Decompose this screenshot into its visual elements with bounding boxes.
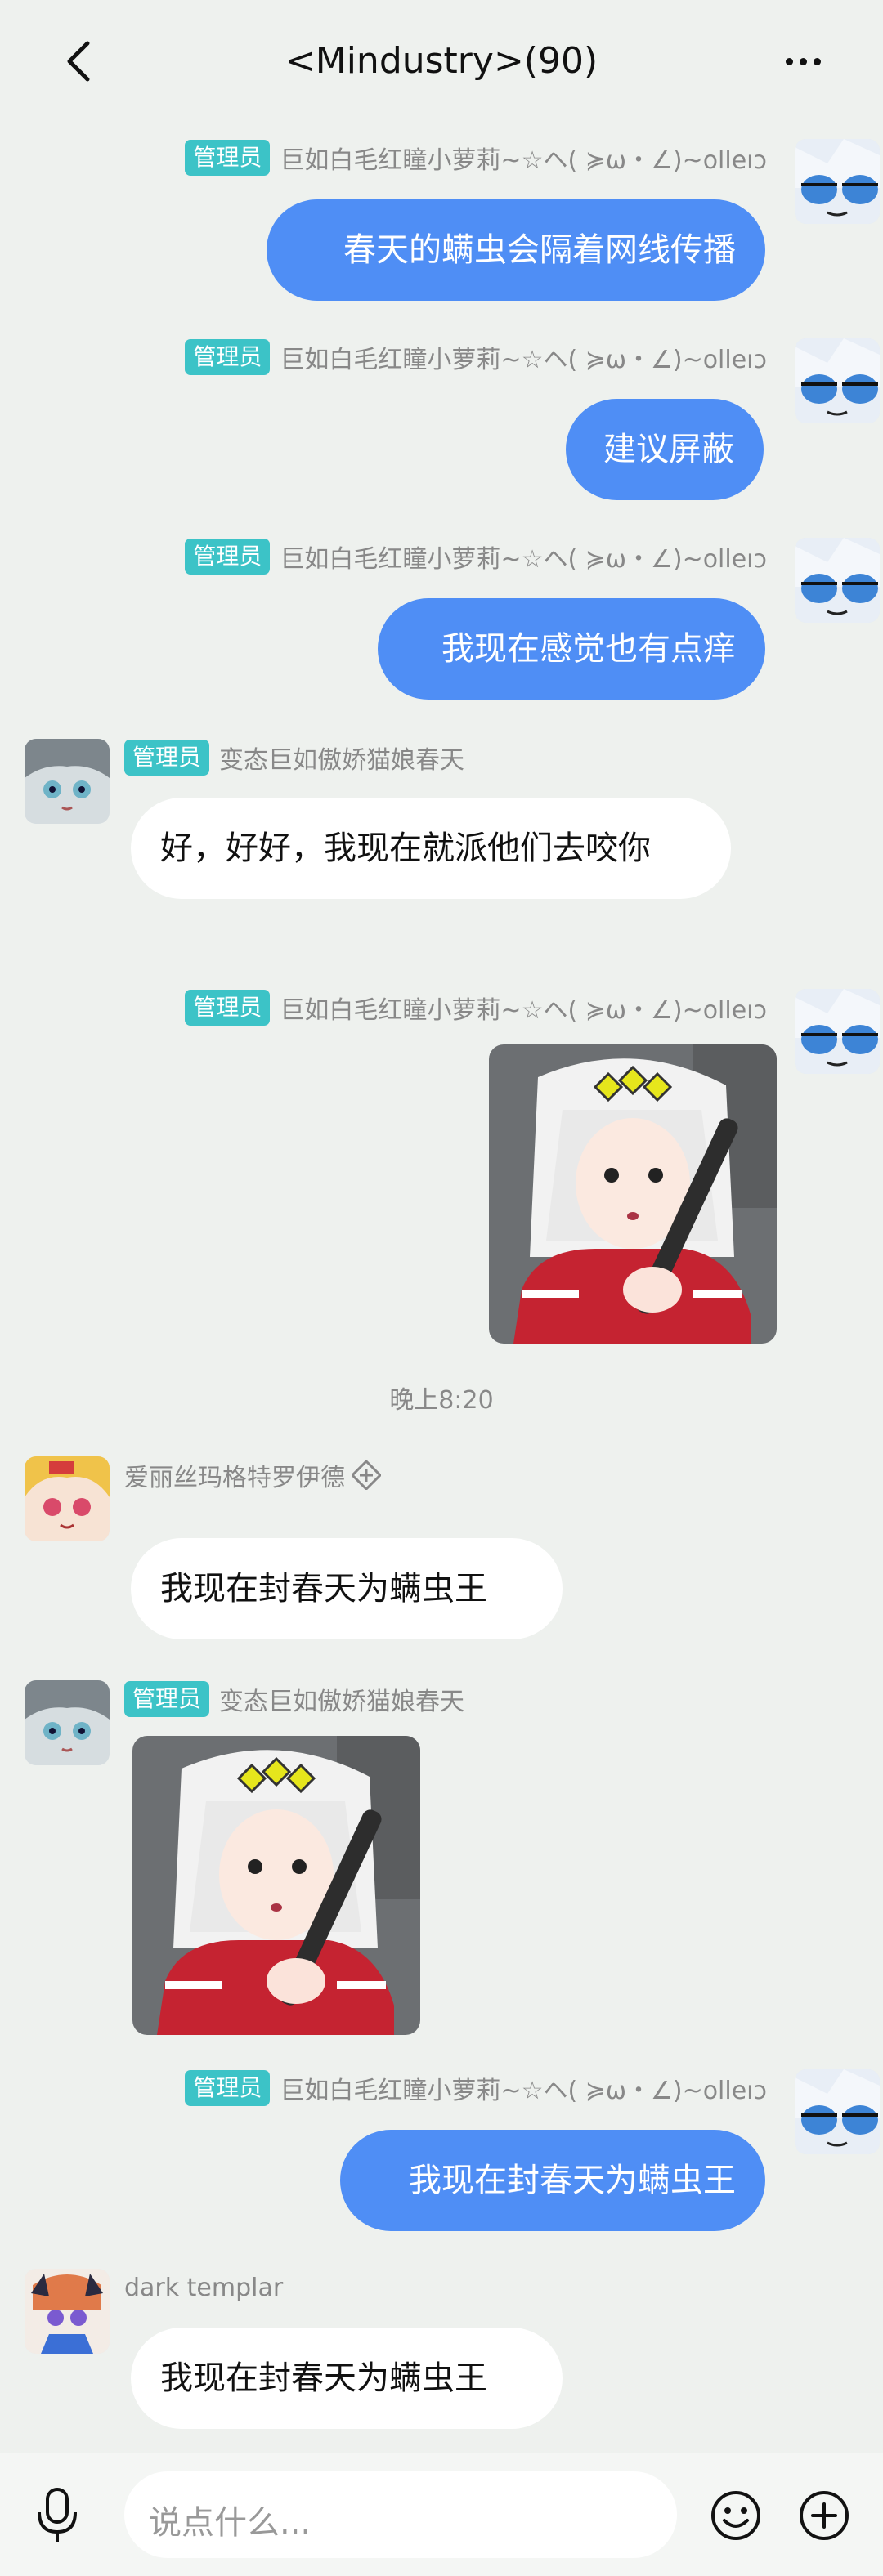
plus-icon[interactable] [796,2488,852,2543]
avatar-white-hair[interactable] [795,989,880,1074]
message-bubble[interactable]: 春天的螨虫会隔着网线传播 [267,199,765,301]
admin-badge: 管理员 [124,740,210,776]
sender-name[interactable]: dark templar [124,2274,283,2302]
admin-badge: 管理员 [185,539,271,575]
message-bubble[interactable]: 建议屏蔽 [566,399,764,500]
avatar-white-hair[interactable] [795,538,880,623]
message-meta: 管理员 巨如白毛红瞳小萝莉~☆ヘ( ≽ω・∠)~olleıɔ [185,2069,767,2107]
message-bubble[interactable]: 我现在封春天为螨虫王 [131,2328,563,2429]
message-bubble[interactable]: 好，好好，我现在就派他们去咬你 [131,798,731,899]
message-meta: 管理员 变态巨如傲娇猫娘春天 [124,739,464,776]
sender-name[interactable]: 巨如白毛红瞳小萝莉~☆ヘ( ≽ω・∠)~olleıɔ [280,339,767,375]
sender-name[interactable]: 巨如白毛红瞳小萝莉~☆ヘ( ≽ω・∠)~olleıɔ [280,140,767,176]
input-placeholder: 说点什么... [149,2504,312,2542]
message-meta: 管理员 变态巨如傲娇猫娘春天 [124,1680,464,1718]
admin-badge: 管理员 [185,2070,271,2106]
avatar-gray-hair[interactable] [25,1680,110,1765]
avatar-white-hair[interactable] [795,338,880,423]
message-bubble[interactable]: 我现在感觉也有点痒 [378,598,765,700]
admin-badge: 管理员 [124,1681,210,1717]
sender-name[interactable]: 变态巨如傲娇猫娘春天 [219,740,464,776]
avatar-dark-templar[interactable] [25,2269,110,2354]
admin-badge: 管理员 [185,990,271,1026]
sender-name[interactable]: 爱丽丝玛格特罗伊德 [124,1457,345,1493]
admin-badge: 管理员 [185,339,271,375]
sticker-image[interactable] [132,1736,420,2035]
time-divider: 晚上8:20 [389,1386,494,1415]
avatar-gray-hair[interactable] [25,739,110,824]
sender-name[interactable]: 巨如白毛红瞳小萝莉~☆ヘ( ≽ω・∠)~olleıɔ [280,990,767,1026]
message-meta: 管理员 巨如白毛红瞳小萝莉~☆ヘ( ≽ω・∠)~olleıɔ [185,139,767,177]
chat-title: <Mindustry>(90) [285,40,598,82]
emoji-icon[interactable] [708,2488,764,2543]
message-meta: 管理员 巨如白毛红瞳小萝莉~☆ヘ( ≽ω・∠)~olleıɔ [185,538,767,575]
message-meta: dark templar [124,2269,283,2306]
message-input[interactable]: 说点什么... [124,2471,677,2558]
message-meta: 管理员 巨如白毛红瞳小萝莉~☆ヘ( ≽ω・∠)~olleıɔ [185,989,767,1026]
avatar-white-hair[interactable] [795,139,880,224]
sender-name[interactable]: 巨如白毛红瞳小萝莉~☆ヘ( ≽ω・∠)~olleıɔ [280,2070,767,2106]
avatar-white-hair[interactable] [795,2069,880,2154]
honor-badge-icon [350,1459,383,1491]
more-options-icon[interactable] [772,42,834,80]
message-bubble[interactable]: 我现在封春天为螨虫王 [340,2130,765,2231]
avatar-blonde-hair[interactable] [25,1456,110,1541]
message-meta: 爱丽丝玛格特罗伊德 [124,1456,383,1494]
chat-header: <Mindustry>(90) [0,0,883,124]
sender-name[interactable]: 变态巨如傲娇猫娘春天 [219,1681,464,1717]
microphone-icon[interactable] [31,2486,83,2543]
sender-name[interactable]: 巨如白毛红瞳小萝莉~☆ヘ( ≽ω・∠)~olleıɔ [280,539,767,575]
sticker-image[interactable] [489,1044,777,1344]
message-bubble[interactable]: 我现在封春天为螨虫王 [131,1538,563,1639]
admin-badge: 管理员 [185,140,271,176]
message-meta: 管理员 巨如白毛红瞳小萝莉~☆ヘ( ≽ω・∠)~olleıɔ [185,338,767,376]
